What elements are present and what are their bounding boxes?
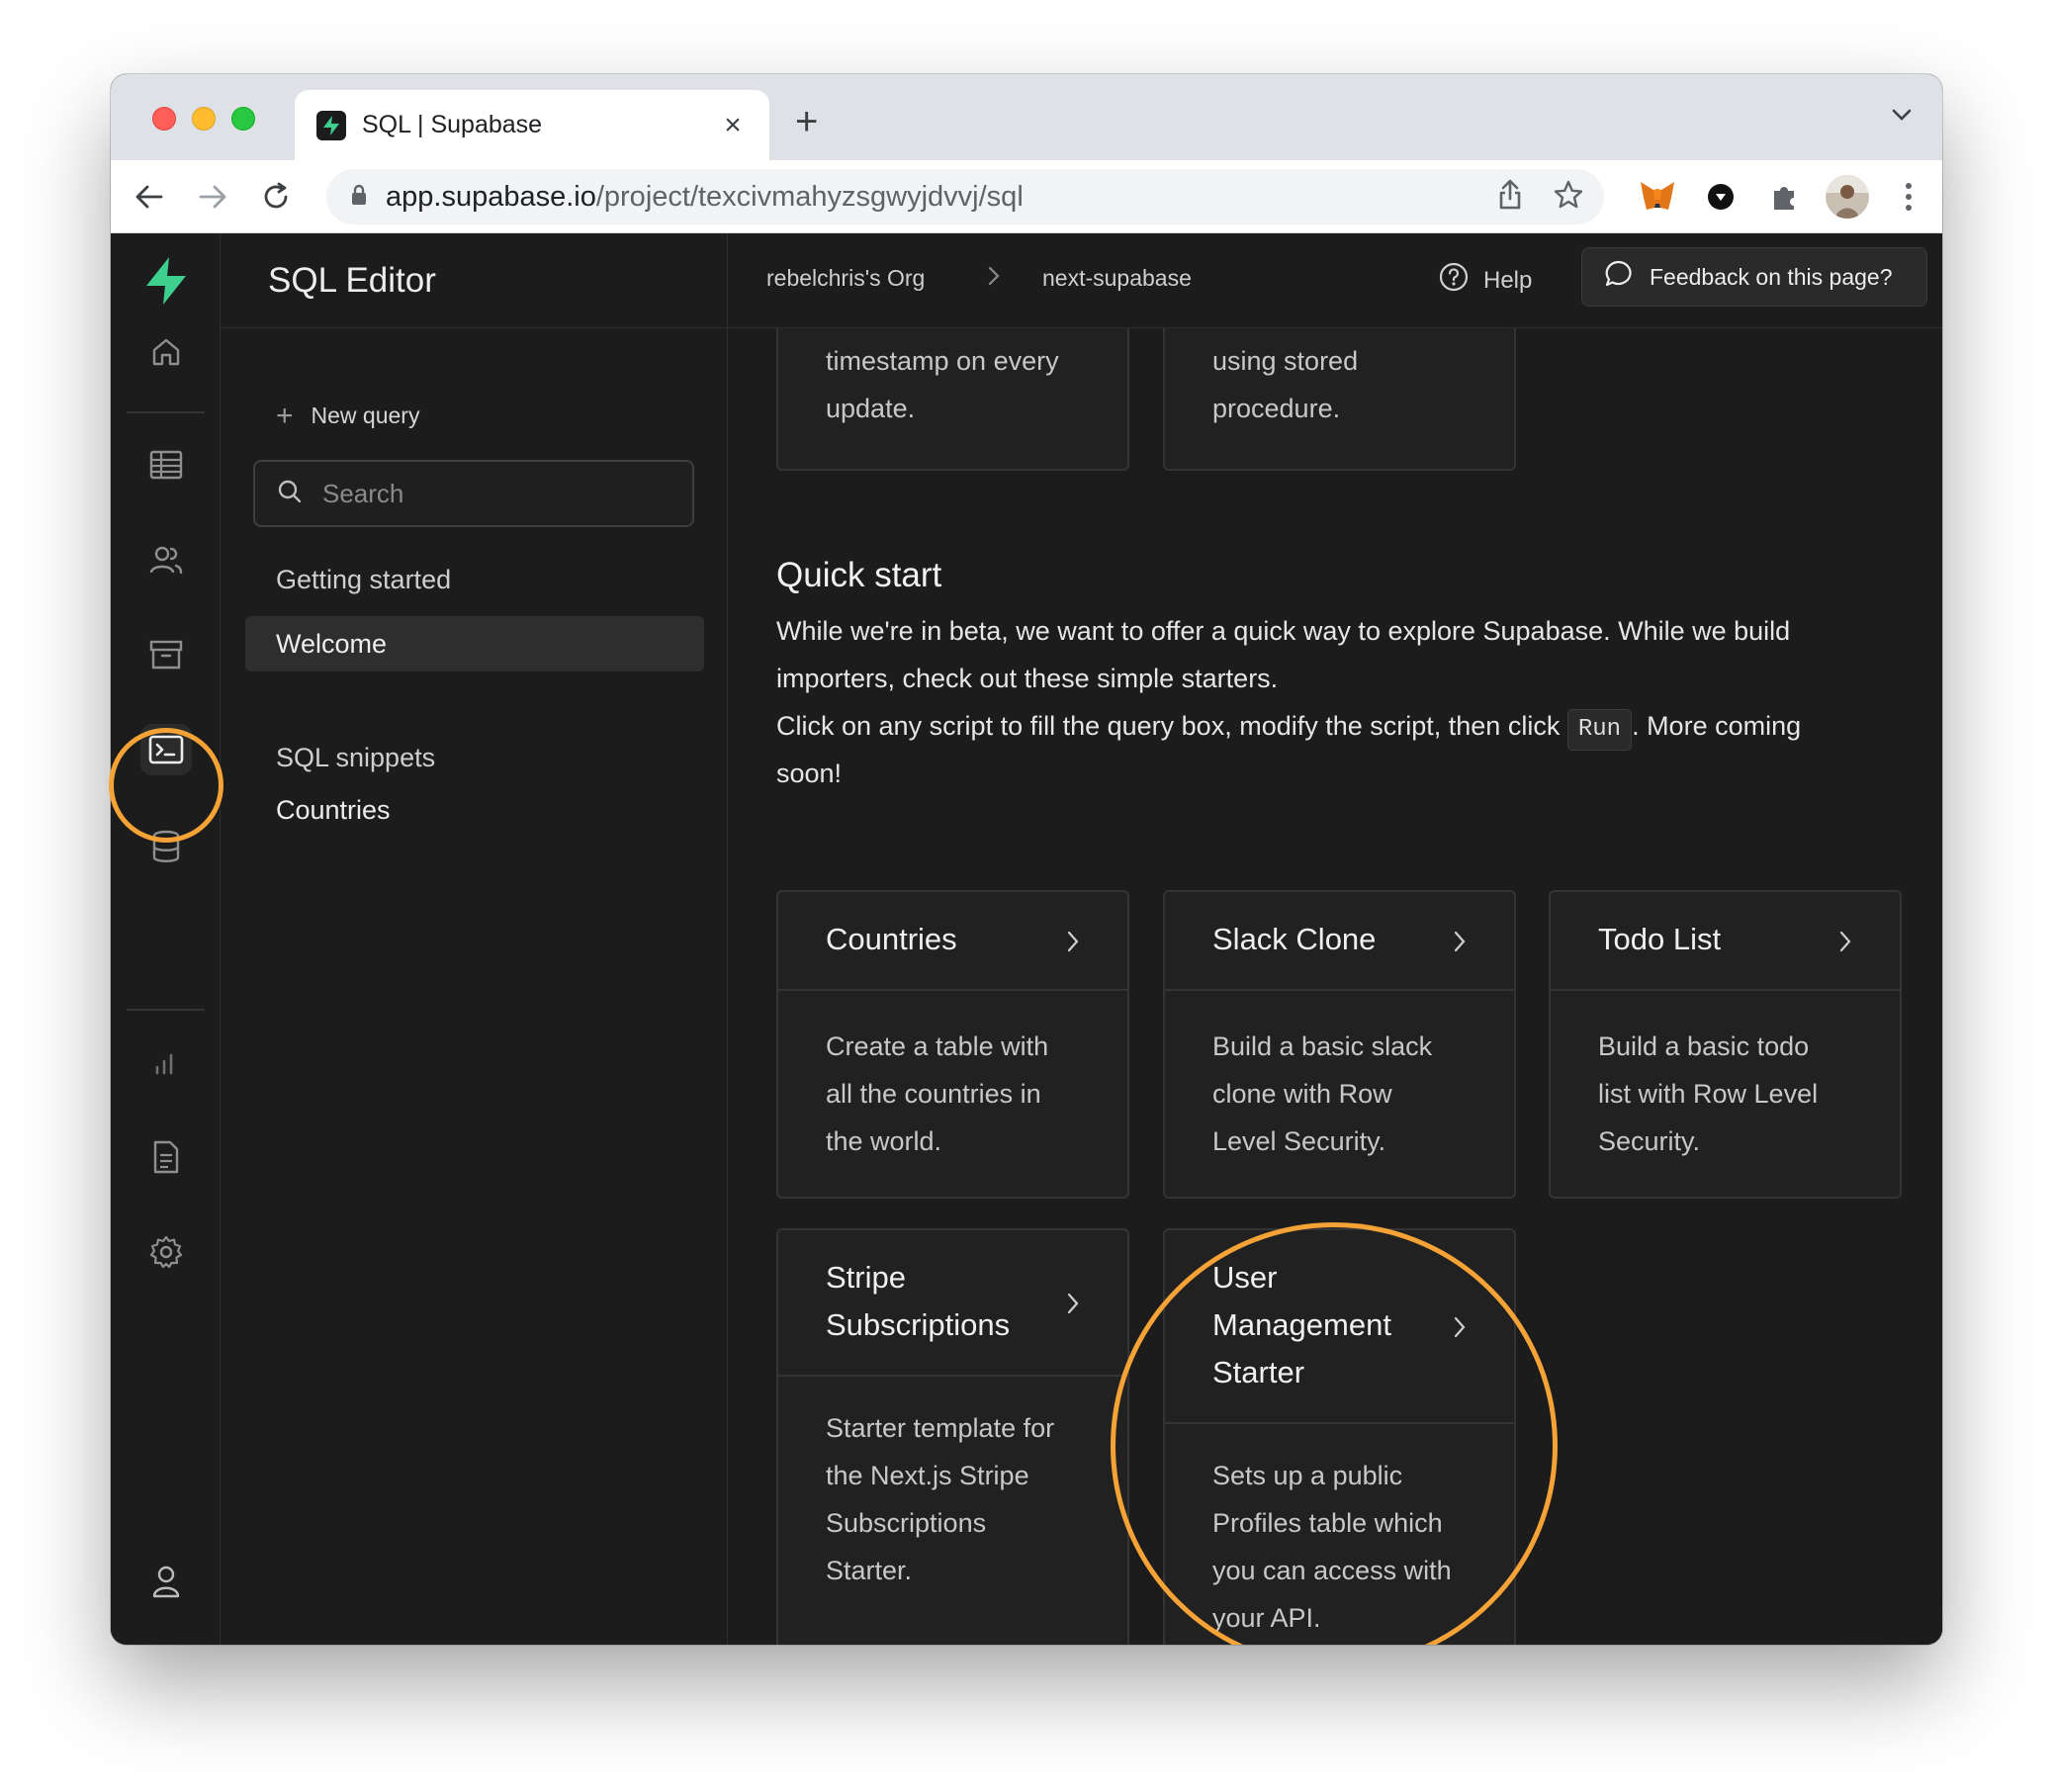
plus-icon: + <box>276 399 294 432</box>
chevron-right-icon <box>1453 1315 1467 1344</box>
users-icon[interactable] <box>140 534 192 585</box>
breadcrumb-project[interactable]: next-supabase <box>1042 265 1192 292</box>
main-content: rebelchris's Org next-supabase Help Feed… <box>728 233 1942 1645</box>
close-window-button[interactable] <box>152 107 176 131</box>
chevron-right-icon <box>1066 1292 1080 1320</box>
quick-start-heading: Quick start <box>776 556 942 594</box>
browser-tab-active[interactable]: SQL | Supabase × <box>295 90 769 160</box>
home-icon[interactable] <box>140 326 192 378</box>
card-header: Todo List <box>1551 892 1900 991</box>
metamask-fox-icon[interactable] <box>1638 177 1677 217</box>
new-query-label: New query <box>311 403 420 428</box>
chevron-right-icon <box>1453 930 1467 958</box>
sidebar-header: SQL Editor <box>221 233 727 328</box>
lock-icon <box>350 183 368 212</box>
account-user-icon[interactable] <box>140 1556 192 1607</box>
page-title: SQL Editor <box>268 260 436 300</box>
template-card-user-management-starter[interactable]: User Management Starter Sets up a public… <box>1163 1228 1516 1645</box>
card-title: Countries <box>826 922 957 956</box>
card-title: User Management Starter <box>1212 1260 1391 1389</box>
group-getting-started: Getting started <box>276 565 452 594</box>
template-card-countries[interactable]: Countries Create a table with all the co… <box>776 890 1129 1199</box>
quick-start-text: While we're in beta, we want to offer a … <box>776 616 1791 646</box>
card-title: Slack Clone <box>1212 922 1377 956</box>
sidebar-item-welcome[interactable]: Welcome <box>245 616 704 672</box>
feedback-button[interactable]: Feedback on this page? <box>1581 247 1927 307</box>
card-description: Create a table with all the countries in… <box>826 1031 1049 1156</box>
share-icon[interactable] <box>1497 179 1523 216</box>
help-button[interactable]: Help <box>1438 261 1532 300</box>
card-header: Slack Clone <box>1165 892 1514 991</box>
feedback-label: Feedback on this page? <box>1650 263 1893 290</box>
supabase-favicon-icon <box>316 110 346 140</box>
sidebar-item-countries[interactable]: Countries <box>245 782 704 838</box>
reports-chart-icon[interactable] <box>140 1036 192 1088</box>
extensions-puzzle-icon[interactable] <box>1764 177 1804 217</box>
supabase-logo-icon[interactable] <box>140 255 192 307</box>
storage-archive-icon[interactable] <box>140 629 192 680</box>
card-header: Stripe Subscriptions <box>778 1230 1127 1377</box>
forward-arrow-icon[interactable] <box>194 178 231 216</box>
search-icon <box>277 479 303 509</box>
new-tab-button[interactable]: + <box>795 102 818 141</box>
profile-avatar[interactable] <box>1826 175 1869 219</box>
quick-start-text: Click on any script to fill the query bo… <box>776 702 1904 751</box>
breadcrumb-chevron-icon <box>987 265 1001 294</box>
supabase-app: SQL Editor + New query Getting started W… <box>111 233 1942 1645</box>
group-sql-snippets: SQL snippets <box>276 743 436 772</box>
tab-strip: SQL | Supabase × + <box>111 74 1942 160</box>
sql-editor-sidebar: SQL Editor + New query Getting started W… <box>221 233 728 1645</box>
close-tab-button[interactable]: × <box>718 110 748 140</box>
tab-title: SQL | Supabase <box>362 111 543 138</box>
quick-start-text: soon! <box>776 759 843 788</box>
card-title: Todo List <box>1598 922 1722 956</box>
extension-dot-icon[interactable] <box>1701 177 1741 217</box>
search-field[interactable] <box>253 460 694 527</box>
help-label: Help <box>1483 266 1533 294</box>
reload-icon[interactable] <box>257 178 295 216</box>
browser-menu-icon[interactable] <box>1889 177 1928 217</box>
card-description: Sets up a public Profiles table which yo… <box>1212 1461 1452 1633</box>
message-bubble-icon <box>1604 259 1634 295</box>
sql-editor-terminal-icon[interactable] <box>140 724 192 775</box>
card-header: User Management Starter <box>1165 1230 1514 1424</box>
table-editor-icon[interactable] <box>140 439 192 491</box>
new-query-button[interactable]: + New query <box>276 399 420 432</box>
template-card-stripe-subscriptions[interactable]: Stripe Subscriptions Starter template fo… <box>776 1228 1129 1645</box>
template-card-todo-list[interactable]: Todo List Build a basic todo list with R… <box>1549 890 1902 1199</box>
address-bar[interactable]: app.supabase.io/project/texcivmahyzsgwyj… <box>326 169 1604 224</box>
settings-gear-icon[interactable] <box>140 1226 192 1278</box>
minimize-window-button[interactable] <box>192 107 216 131</box>
docs-file-icon[interactable] <box>140 1131 192 1183</box>
maximize-window-button[interactable] <box>231 107 255 131</box>
browser-toolbar: app.supabase.io/project/texcivmahyzsgwyj… <box>111 160 1942 233</box>
chevron-right-icon <box>1066 930 1080 958</box>
url-text: app.supabase.io/project/texcivmahyzsgwyj… <box>386 180 1024 213</box>
card-description: Starter template for the Next.js Stripe … <box>826 1413 1055 1585</box>
browser-window: SQL | Supabase × + app.supabase.io/proje… <box>111 74 1942 1645</box>
breadcrumb-org[interactable]: rebelchris's Org <box>766 265 925 292</box>
card-description: Build a basic todo list with Row Level S… <box>1598 1031 1819 1156</box>
run-code-chip: Run <box>1566 709 1633 751</box>
help-circle-icon <box>1438 261 1470 300</box>
template-card-slack-clone[interactable]: Slack Clone Build a basic slack clone wi… <box>1163 890 1516 1199</box>
top-bar: rebelchris's Org next-supabase Help Feed… <box>728 233 1942 328</box>
card-title: Stripe Subscriptions <box>826 1260 1011 1342</box>
quick-start-text: importers, check out these simple starte… <box>776 664 1279 693</box>
database-icon[interactable] <box>140 821 192 872</box>
search-input[interactable] <box>322 478 678 509</box>
nav-rail <box>111 233 221 1645</box>
back-arrow-icon[interactable] <box>131 178 168 216</box>
tab-search-chevron-icon[interactable] <box>1891 108 1913 127</box>
card-description: Build a basic slack clone with Row Level… <box>1212 1031 1433 1156</box>
card-header: Countries <box>778 892 1127 991</box>
bookmark-star-icon[interactable] <box>1553 179 1584 216</box>
chevron-right-icon <box>1838 930 1852 958</box>
